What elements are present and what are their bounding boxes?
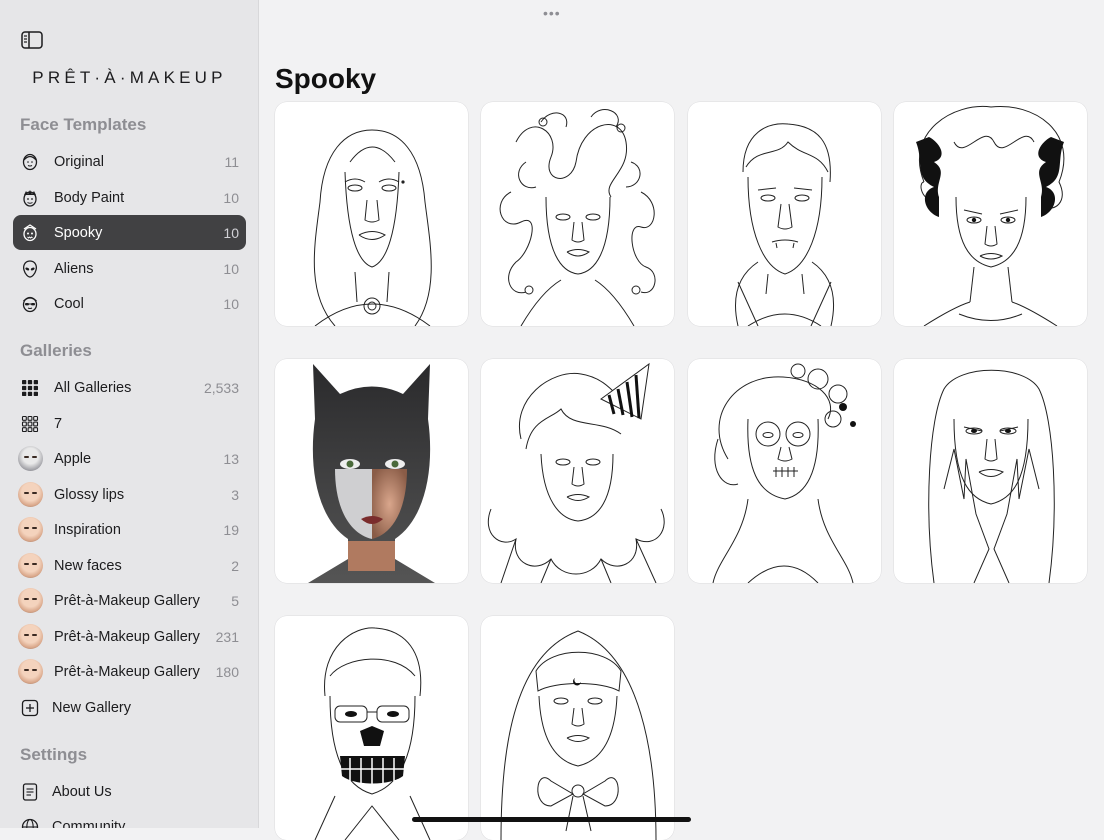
sidebar-item-count: 2	[231, 557, 239, 574]
body-paint-icon	[20, 188, 40, 208]
face-outline-icon	[20, 152, 40, 172]
sidebar-item-community[interactable]: Community	[13, 809, 246, 828]
sidebar-item-count: 10	[223, 295, 239, 312]
sidebar-item-count: 3	[231, 486, 239, 503]
avatar	[18, 446, 43, 471]
template-card-vampire-man[interactable]	[688, 102, 881, 326]
sidebar: PRÊT·À·MAKEUP Face Templates Original 11…	[0, 0, 259, 828]
grid-icon	[20, 378, 40, 398]
sidebar-item-count: 11	[224, 153, 239, 170]
sidebar-item-label: New faces	[54, 557, 122, 574]
sidebar-item-label: Aliens	[54, 260, 94, 277]
sidebar-item-all-galleries[interactable]: All Galleries 2,533	[13, 370, 246, 405]
sidebar-item-glossy-lips[interactable]: Glossy lips 3	[13, 477, 246, 512]
sidebar-item-label: Glossy lips	[54, 486, 125, 503]
sidebar-item-label: Original	[54, 153, 104, 170]
sidebar-item-label: About Us	[52, 783, 112, 800]
more-options-icon[interactable]: •••	[543, 5, 561, 21]
sidebar-item-label: Prêt-à-Makeup Gallery	[54, 663, 200, 680]
sidebar-item-label: Apple	[54, 450, 92, 467]
avatar	[18, 624, 43, 649]
sidebar-item-count: 19	[223, 521, 239, 538]
sidebar-item-label: Cool	[54, 295, 84, 312]
sidebar-item-label: All Galleries	[54, 379, 132, 396]
sidebar-item-count: 13	[223, 450, 239, 467]
sidebar-item-pret-gallery-1[interactable]: Prêt-à-Makeup Gallery 5	[13, 583, 246, 618]
template-card-skeleton-man[interactable]	[275, 616, 468, 840]
sidebar-item-count: 10	[223, 189, 239, 206]
sidebar-item-label: 7	[54, 415, 63, 432]
sidebar-item-count: 180	[215, 663, 239, 680]
spooky-face-icon	[20, 223, 40, 243]
sidebar-item-inspiration[interactable]: Inspiration 19	[13, 512, 246, 547]
template-card-sugar-skull[interactable]	[688, 359, 881, 583]
sidebar-item-label: Inspiration	[54, 521, 121, 538]
document-icon	[20, 782, 40, 802]
sidebar-item-label: Prêt-à-Makeup Gallery	[54, 592, 200, 609]
avatar	[18, 659, 43, 684]
sidebar-item-label: Prêt-à-Makeup Gallery	[54, 628, 200, 645]
sidebar-item-count: 10	[223, 224, 239, 241]
sidebar-item-new-faces[interactable]: New faces 2	[13, 548, 246, 583]
vampire-woman-illustration	[313, 129, 432, 326]
new-gallery-label: New Gallery	[52, 699, 131, 716]
sidebar-item-label: Spooky	[54, 224, 103, 241]
page-title: Spooky	[275, 63, 377, 94]
template-card-witch-claws[interactable]	[894, 359, 1087, 583]
sidebar-item-count: 10	[223, 260, 239, 277]
template-card-cat-skull-makeup[interactable]	[275, 359, 468, 583]
main-content: ••• Spooky	[259, 0, 1104, 840]
sidebar-item-aliens[interactable]: Aliens 10	[13, 251, 246, 286]
avatar	[18, 482, 43, 507]
section-settings: Settings	[20, 745, 88, 764]
sidebar-item-label: Community	[52, 818, 126, 829]
sidebar-item-apple[interactable]: Apple 13	[13, 441, 246, 476]
sidebar-item-count: 5	[231, 592, 239, 609]
avatar	[18, 588, 43, 613]
alien-face-icon	[20, 259, 40, 279]
sidebar-item-count: 2,533	[203, 379, 239, 396]
template-card-medusa[interactable]	[481, 102, 674, 326]
template-card-bride-of-frankenstein[interactable]	[894, 102, 1087, 326]
sidebar-item-about-us[interactable]: About Us	[13, 774, 246, 809]
sidebar-item-body-paint[interactable]: Body Paint 10	[13, 180, 246, 215]
avatar	[18, 553, 43, 578]
sidebar-item-pret-gallery-2[interactable]: Prêt-à-Makeup Gallery 231	[13, 619, 246, 654]
sidebar-item-spooky[interactable]: Spooky 10	[13, 215, 246, 250]
sidebar-item-gallery-7[interactable]: 7	[13, 406, 246, 441]
sidebar-item-label: Body Paint	[54, 189, 125, 206]
cool-face-icon	[20, 294, 40, 314]
sidebar-item-cool[interactable]: Cool 10	[13, 286, 246, 321]
brand-logo: PRÊT·À·MAKEUP	[32, 68, 227, 87]
template-card-vampire-woman[interactable]	[275, 102, 468, 326]
home-indicator[interactable]	[412, 817, 691, 822]
sidebar-item-original[interactable]: Original 11	[13, 144, 246, 179]
template-card-clown[interactable]	[481, 359, 674, 583]
sidebar-item-pret-gallery-3[interactable]: Prêt-à-Makeup Gallery 180	[13, 654, 246, 689]
sidebar-toggle-icon[interactable]	[21, 31, 43, 49]
template-card-hooded-girl[interactable]	[481, 616, 674, 840]
plus-square-icon	[20, 698, 40, 718]
globe-icon	[20, 817, 40, 828]
sidebar-item-count: 231	[215, 628, 239, 645]
section-galleries: Galleries	[20, 341, 92, 360]
section-face-templates: Face Templates	[20, 115, 147, 134]
grid-outline-icon	[20, 414, 40, 434]
avatar	[18, 517, 43, 542]
new-gallery-button[interactable]: New Gallery	[13, 690, 246, 725]
